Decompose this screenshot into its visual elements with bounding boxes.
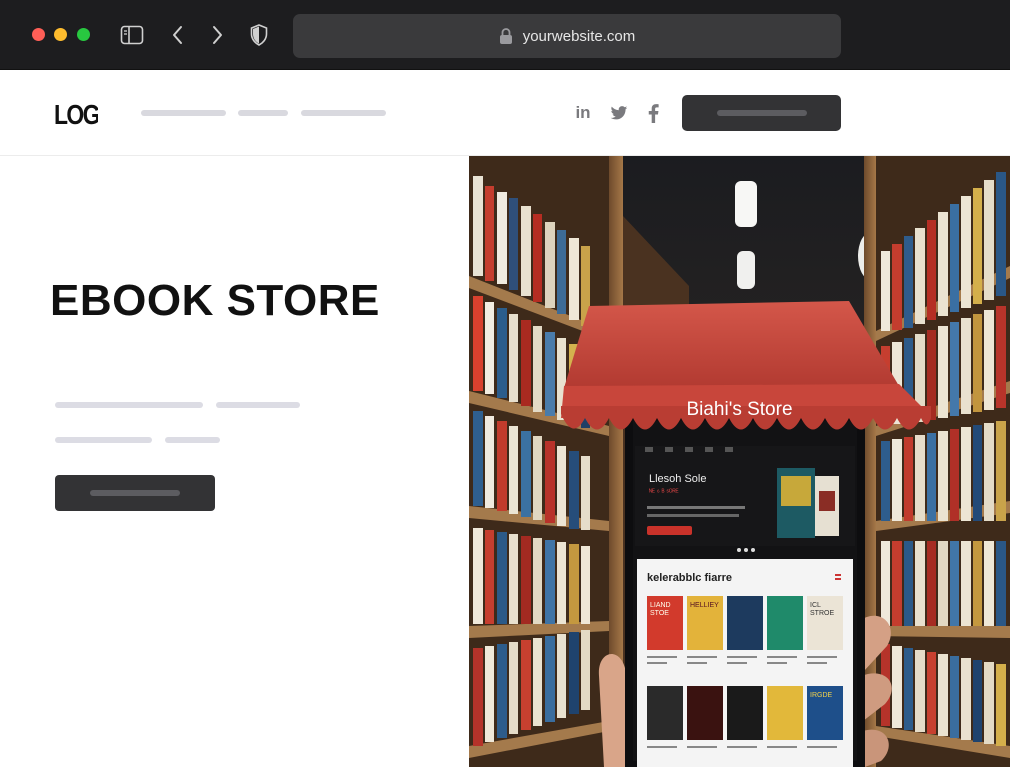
phone-section-title: kelerabblc fiarre: [647, 572, 732, 584]
phone-banner-title: Llesoh Sole: [649, 473, 707, 485]
bookstore-photo: [469, 156, 1010, 767]
site-header: LOGO in: [0, 70, 1010, 156]
phone-banner-subtitle: ᴺᴱ ⁶ ᴮ ˢᴼᴿᴱ: [649, 489, 679, 496]
text-line-placeholder: [55, 437, 152, 443]
book-cover-title: HELLIEY: [690, 602, 719, 609]
book-cover-title: IRGDE: [810, 692, 833, 699]
back-icon[interactable]: [165, 22, 191, 48]
nav-link-placeholder[interactable]: [238, 110, 288, 116]
text-line-placeholder: [216, 402, 300, 408]
forward-icon[interactable]: [204, 22, 230, 48]
page-title: EBOOK STORE: [50, 276, 380, 325]
hero-image: Biahi's Store Llesoh Sole ᴺᴱ ⁶ ᴮ ˢᴼᴿᴱ ke…: [469, 156, 1010, 767]
sidebar-icon[interactable]: [119, 22, 145, 48]
facebook-icon[interactable]: [643, 103, 663, 123]
button-label-placeholder: [90, 490, 180, 496]
logo[interactable]: LOGO: [54, 96, 98, 130]
browser-toolbar: yourwebsite.com: [0, 0, 1010, 70]
svg-text:LOGO: LOGO: [54, 100, 98, 130]
twitter-icon[interactable]: [609, 103, 629, 123]
text-line-placeholder: [165, 437, 220, 443]
minimize-window-button[interactable]: [54, 28, 67, 41]
lock-icon: [499, 28, 512, 44]
maximize-window-button[interactable]: [77, 28, 90, 41]
nav-link-placeholder[interactable]: [141, 110, 226, 116]
header-cta-button[interactable]: [682, 95, 841, 131]
linkedin-icon[interactable]: in: [573, 103, 593, 123]
hero-cta-button[interactable]: [55, 475, 215, 511]
close-window-button[interactable]: [32, 28, 45, 41]
book-cover-title: ICL STROE: [810, 602, 835, 617]
address-bar[interactable]: yourwebsite.com: [293, 14, 841, 58]
book-cover-title: LIAND STOE: [650, 602, 671, 617]
text-line-placeholder: [55, 402, 203, 408]
button-label-placeholder: [716, 110, 807, 116]
awning-sign-text: Biahi's Store: [686, 399, 793, 420]
shield-icon[interactable]: [246, 22, 272, 48]
url-text: yourwebsite.com: [522, 27, 636, 45]
nav-link-placeholder[interactable]: [301, 110, 386, 116]
